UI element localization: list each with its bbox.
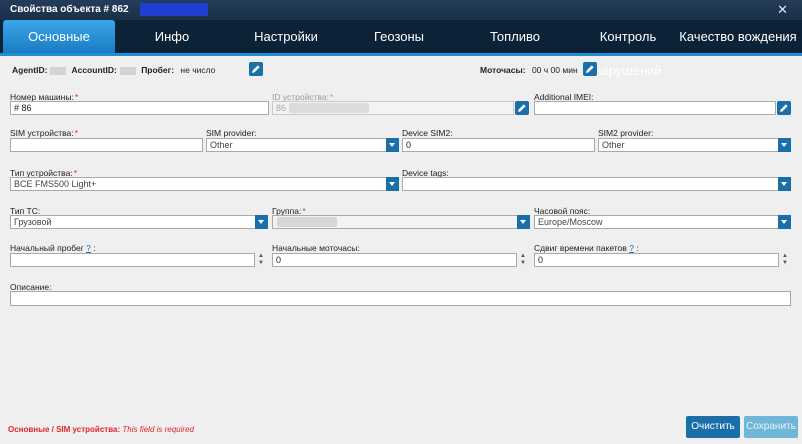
chevron-down-icon[interactable] (778, 215, 791, 229)
device-sim2-label: Device SIM2: (402, 128, 453, 138)
tab-geozones[interactable]: Геозоны (362, 20, 436, 53)
device-id-input: 86 (272, 101, 514, 115)
sim-provider-value: Other (210, 140, 233, 150)
tab-violations[interactable]: Контроль нарушений (572, 20, 684, 78)
additional-imei-input[interactable] (534, 101, 776, 115)
start-mileage-help-link[interactable]: ? (86, 243, 91, 253)
edit-motohours-button[interactable] (583, 62, 597, 76)
mileage-label: Пробег: (141, 65, 175, 75)
start-mileage-input[interactable] (10, 253, 255, 267)
edit-mileage-button[interactable] (249, 62, 263, 76)
redacted-device-id (289, 103, 369, 113)
redacted-account-id (119, 66, 136, 75)
motohours-row: Моточасы: 00 ч 00 мин (480, 65, 578, 75)
validation-path: Основные / SIM устройства: (8, 425, 121, 434)
mileage-value: не число (180, 65, 216, 75)
agent-info-row: AgentID: AccountID: Пробег: не число (12, 65, 215, 75)
sim2-provider-select[interactable]: Other (598, 138, 791, 152)
close-icon[interactable]: ✕ (777, 2, 788, 18)
account-id-label: AccountID: (71, 65, 117, 75)
sim2-provider-label: SIM2 provider: (598, 128, 654, 138)
device-sim2-input[interactable]: 0 (402, 138, 595, 152)
sim2-provider-value: Other (602, 140, 625, 150)
vehicle-type-value: Грузовой (14, 217, 52, 227)
time-shift-input[interactable]: 0 (534, 253, 779, 267)
chevron-down-icon[interactable] (255, 215, 268, 229)
device-type-select[interactable]: BCE FMS500 Light+ (10, 177, 399, 191)
pencil-icon (586, 65, 594, 73)
tab-bar: Основные Инфо Настройки Геозоны Топливо … (0, 20, 802, 78)
pencil-icon (252, 65, 260, 73)
group-select[interactable] (272, 215, 530, 229)
vehicle-type-select[interactable]: Грузовой (10, 215, 268, 229)
sim-label: SIM устройства:* (10, 128, 78, 138)
start-mileage-stepper[interactable]: ▲ ▼ (257, 253, 267, 267)
properties-window: Свойства объекта # 862 ✕ Основные Инфо Н… (0, 0, 802, 444)
motohours-label: Моточасы: (480, 65, 526, 75)
edit-device-id-button[interactable] (515, 101, 529, 115)
start-motohours-label: Начальные моточасы: (272, 243, 360, 253)
clear-button[interactable]: Очистить (686, 416, 740, 438)
redacted-title-block (140, 3, 208, 16)
validation-error: This field is required (122, 425, 194, 434)
pencil-icon (780, 104, 788, 112)
redacted-group (277, 217, 337, 227)
window-title: Свойства объекта # 862 (10, 4, 129, 15)
agent-id-label: AgentID: (12, 65, 48, 75)
device-id-value: 86 (276, 103, 287, 113)
tab-main[interactable]: Основные (3, 20, 115, 53)
chevron-down-icon[interactable] (517, 215, 530, 229)
start-motohours-stepper[interactable]: ▲ ▼ (519, 253, 529, 267)
edit-imei-button[interactable] (777, 101, 791, 115)
motohours-value: 00 ч 00 мин (531, 65, 578, 75)
tab-info[interactable]: Инфо (138, 20, 206, 53)
sim-provider-select[interactable]: Other (206, 138, 399, 152)
pencil-icon (518, 104, 526, 112)
chevron-down-icon[interactable] (386, 177, 399, 191)
save-button[interactable]: Сохранить (744, 416, 798, 438)
device-type-value: BCE FMS500 Light+ (14, 179, 97, 189)
title-bar: Свойства объекта # 862 ✕ (0, 0, 802, 20)
timezone-value: Europe/Moscow (538, 217, 603, 227)
tab-settings[interactable]: Настройки (247, 20, 325, 53)
chevron-down-icon[interactable] (386, 138, 399, 152)
device-tags-select[interactable] (402, 177, 791, 191)
time-shift-label: Сдвиг времени пакетов ? : (534, 243, 639, 253)
sim-input[interactable] (10, 138, 203, 152)
validation-message: Основные / SIM устройства: This field is… (8, 425, 194, 434)
start-mileage-label: Начальный пробег ? : (10, 243, 96, 253)
tab-fuel[interactable]: Топливо (480, 20, 550, 53)
description-input[interactable] (10, 291, 791, 306)
redacted-agent-id (50, 66, 67, 75)
chevron-down-icon[interactable] (778, 138, 791, 152)
tab-driving-quality[interactable]: Качество вождения (676, 20, 800, 53)
vehicle-number-input[interactable]: # 86 (10, 101, 269, 115)
time-shift-stepper[interactable]: ▲ ▼ (781, 253, 791, 267)
time-shift-help-link[interactable]: ? (629, 243, 634, 253)
chevron-down-icon[interactable] (778, 177, 791, 191)
form-content: AgentID: AccountID: Пробег: не число Мот… (0, 56, 802, 416)
start-motohours-input[interactable]: 0 (272, 253, 517, 267)
timezone-select[interactable]: Europe/Moscow (534, 215, 791, 229)
sim-provider-label: SIM provider: (206, 128, 257, 138)
